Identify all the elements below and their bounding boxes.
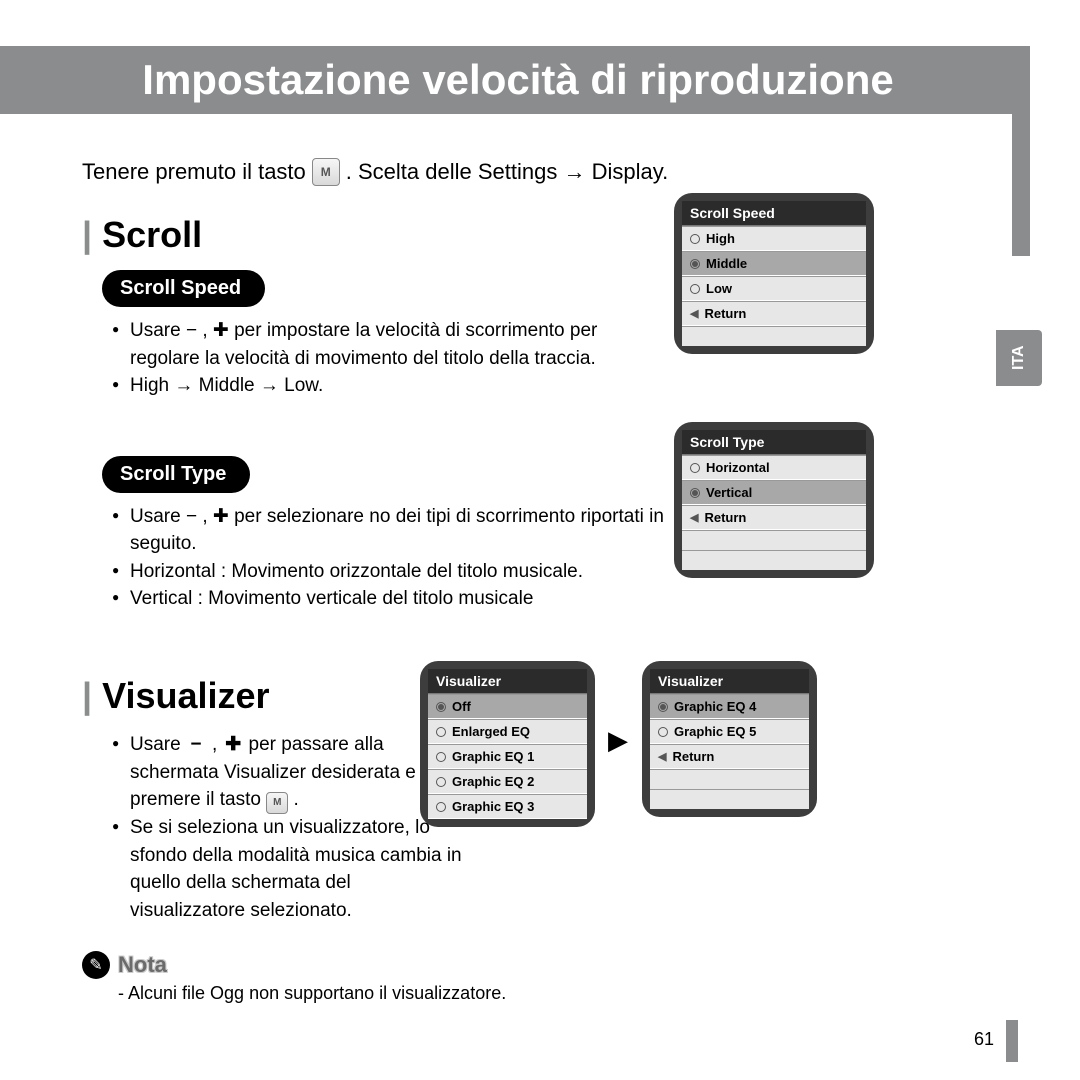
nota-row: ✎ Nota bbox=[82, 951, 982, 979]
bullet: Usare − , ✚ per selezionare no dei tipi … bbox=[112, 503, 672, 558]
nota-text: - Alcuni file Ogg non supportano il visu… bbox=[118, 983, 982, 1004]
menu-visualizer-2: Visualizer Graphic EQ 4 Graphic EQ 5 ◀ Retur… bbox=[642, 661, 817, 817]
intro-after: . Scelta delle Settings → Display. bbox=[346, 159, 668, 185]
triangle-icon: ▶ bbox=[608, 725, 628, 756]
menu-option[interactable]: Vertical bbox=[682, 480, 866, 505]
decor-right-bar bbox=[1012, 46, 1030, 256]
menu-option[interactable]: Graphic EQ 5 bbox=[650, 719, 809, 744]
radio-icon bbox=[436, 727, 446, 737]
radio-icon bbox=[690, 284, 700, 294]
menu-option-label: Graphic EQ 2 bbox=[452, 774, 534, 789]
radio-icon bbox=[690, 234, 700, 244]
menu-scroll-type: Scroll Type Horizontal Vertical ◀ Return bbox=[674, 422, 874, 578]
menu-header: Visualizer bbox=[650, 669, 809, 694]
pencil-icon: ✎ bbox=[82, 951, 110, 979]
bullet: Usare − , ✚ per impostare la velocità di… bbox=[112, 317, 672, 372]
menu-option-label: Graphic EQ 5 bbox=[674, 724, 756, 739]
radio-icon bbox=[436, 777, 446, 787]
menu-return-label: Return bbox=[704, 306, 746, 321]
radio-icon bbox=[690, 488, 700, 498]
menu-option-label: High bbox=[706, 231, 735, 246]
language-tab: ITA bbox=[996, 330, 1042, 386]
viz-b0-a: Usare bbox=[130, 734, 186, 755]
radio-icon bbox=[690, 463, 700, 473]
menu-option[interactable]: Graphic EQ 1 bbox=[428, 744, 587, 769]
bullet: Horizontal : Movimento orizzontale del t… bbox=[112, 558, 672, 586]
radio-icon bbox=[690, 259, 700, 269]
menu-option-label: Horizontal bbox=[706, 460, 770, 475]
radio-icon bbox=[436, 702, 446, 712]
m-button-icon: M bbox=[312, 158, 340, 186]
plus-icon: ✚ bbox=[223, 731, 243, 759]
page-mark bbox=[1006, 1020, 1018, 1062]
menu-option-label: Graphic EQ 3 bbox=[452, 799, 534, 814]
menu-empty-row bbox=[682, 326, 866, 346]
minus-icon: − bbox=[186, 731, 206, 759]
menu-option[interactable]: Horizontal bbox=[682, 455, 866, 480]
menu-empty-row bbox=[682, 530, 866, 550]
back-arrow-icon: ◀ bbox=[690, 511, 698, 524]
page-number: 61 bbox=[974, 1029, 994, 1050]
menu-option-label: Vertical bbox=[706, 485, 752, 500]
nota-label: Nota bbox=[118, 952, 167, 978]
menu-option[interactable]: High bbox=[682, 226, 866, 251]
page-title: Impostazione velocità di riproduzione bbox=[78, 46, 958, 114]
menu-option[interactable]: Low bbox=[682, 276, 866, 301]
menu-option[interactable]: Graphic EQ 3 bbox=[428, 794, 587, 819]
radio-icon bbox=[658, 702, 668, 712]
intro-before: Tenere premuto il tasto bbox=[82, 159, 306, 185]
radio-icon bbox=[436, 802, 446, 812]
menu-return[interactable]: ◀ Return bbox=[650, 744, 809, 769]
menu-option-label: Enlarged EQ bbox=[452, 724, 530, 739]
visualizer-bullets: Usare −,✚ per passare alla schermata Vis… bbox=[112, 731, 462, 925]
menu-return-label: Return bbox=[704, 510, 746, 525]
menu-header: Visualizer bbox=[428, 669, 587, 694]
radio-icon bbox=[658, 727, 668, 737]
menu-option-label: Off bbox=[452, 699, 471, 714]
menu-empty-row bbox=[650, 789, 809, 809]
menu-empty-row bbox=[650, 769, 809, 789]
bullet: Se si seleziona un visualizzatore, lo sf… bbox=[112, 814, 462, 924]
menu-option[interactable]: Graphic EQ 2 bbox=[428, 769, 587, 794]
bullet: High → Middle → Low. bbox=[112, 372, 672, 400]
menu-visualizer-1: Visualizer Off Enlarged EQ Graphic EQ 1 Grap… bbox=[420, 661, 595, 827]
menu-return[interactable]: ◀ Return bbox=[682, 505, 866, 530]
m-button-icon: M bbox=[266, 792, 288, 814]
bullet: Usare −,✚ per passare alla schermata Vis… bbox=[112, 731, 462, 815]
menu-option[interactable]: Enlarged EQ bbox=[428, 719, 587, 744]
menu-option[interactable]: Graphic EQ 4 bbox=[650, 694, 809, 719]
menu-return[interactable]: ◀ Return bbox=[682, 301, 866, 326]
bullet: Vertical : Movimento verticale del titol… bbox=[112, 585, 672, 613]
menu-header: Scroll Type bbox=[682, 430, 866, 455]
menu-return-label: Return bbox=[672, 749, 714, 764]
radio-icon bbox=[436, 752, 446, 762]
back-arrow-icon: ◀ bbox=[690, 307, 698, 320]
menu-option[interactable]: Off bbox=[428, 694, 587, 719]
intro-line: Tenere premuto il tasto M . Scelta delle… bbox=[82, 158, 982, 186]
menu-empty-row bbox=[682, 550, 866, 570]
menu-option-label: Middle bbox=[706, 256, 747, 271]
menu-header: Scroll Speed bbox=[682, 201, 866, 226]
scroll-type-bullets: Usare − , ✚ per selezionare no dei tipi … bbox=[112, 503, 672, 613]
menu-option[interactable]: Middle bbox=[682, 251, 866, 276]
pill-scroll-type: Scroll Type bbox=[102, 456, 250, 493]
pill-scroll-speed: Scroll Speed bbox=[102, 270, 265, 307]
back-arrow-icon: ◀ bbox=[658, 750, 666, 763]
menu-option-label: Low bbox=[706, 281, 732, 296]
menu-scroll-speed: Scroll Speed High Middle Low ◀ Return bbox=[674, 193, 874, 354]
scroll-speed-bullets: Usare − , ✚ per impostare la velocità di… bbox=[112, 317, 672, 400]
menu-option-label: Graphic EQ 4 bbox=[674, 699, 756, 714]
menu-option-label: Graphic EQ 1 bbox=[452, 749, 534, 764]
